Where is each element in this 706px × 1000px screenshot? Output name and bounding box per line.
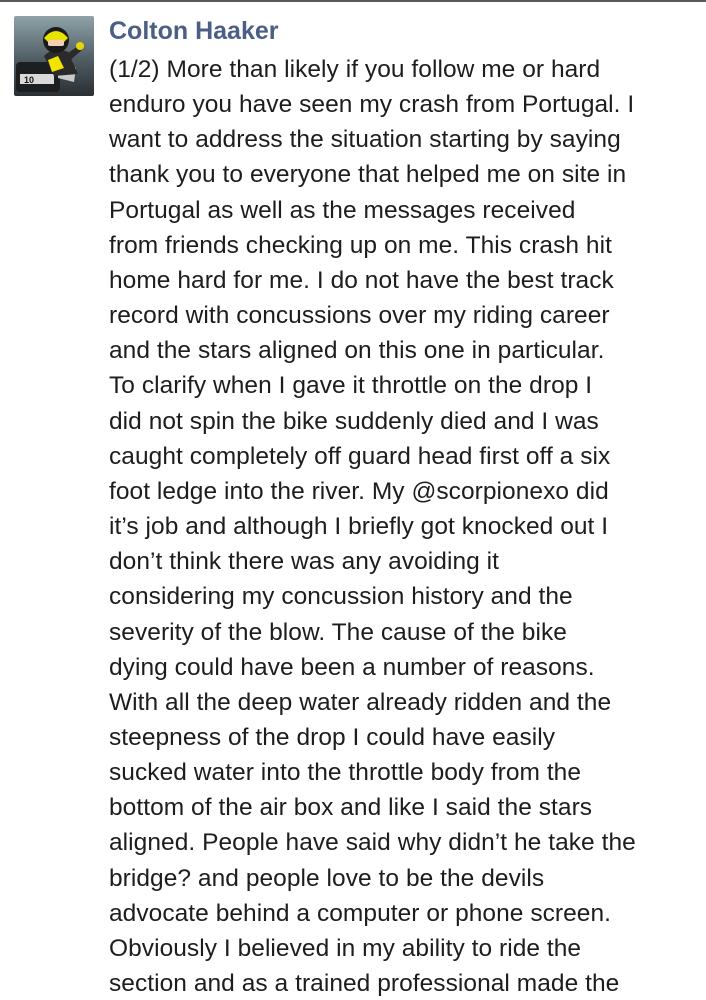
- post-text-line: (1/2) More than likely if you follow me …: [109, 56, 601, 83]
- post-text-line: considering my concussion history and th…: [109, 583, 573, 611]
- post-text-line: bottom of the air box and like I said th…: [109, 794, 593, 822]
- post-text-line: Portugal as well as the messages receive…: [109, 196, 576, 224]
- post-text-line: section and as a trained professional ma…: [109, 970, 620, 998]
- post-text-line: steepness of the drop I could have easil…: [109, 723, 556, 751]
- comment-screenshot: 10 Colton Haaker (1/2) More than likely …: [0, 0, 706, 1000]
- post-text-line: With all the deep water already ridden a…: [109, 688, 612, 716]
- post-text-line: dying could have been a number of reason…: [109, 653, 595, 681]
- post-text-line: don’t think there was any avoiding it: [109, 548, 499, 576]
- avatar[interactable]: 10: [14, 16, 94, 96]
- post-text-line: from friends checking up on me. This cra…: [109, 231, 612, 259]
- post-text-line: Obviously I believed in my ability to ri…: [109, 934, 582, 962]
- svg-text:10: 10: [24, 75, 34, 85]
- post-text-line: record with concussions over my riding c…: [109, 302, 610, 330]
- post-text-line: did not spin the bike suddenly died and …: [109, 407, 599, 435]
- post-text-line: advocate behind a computer or phone scre…: [109, 899, 612, 927]
- author-name[interactable]: Colton Haaker: [109, 12, 278, 50]
- post-text-line: To clarify when I gave it throttle on th…: [109, 372, 593, 400]
- top-divider: [0, 0, 706, 2]
- post-text-line: foot ledge into the river. My @scorpione…: [109, 477, 609, 505]
- post-body: (1/2) More than likely if you follow me …: [109, 52, 701, 1000]
- post-text-line: thank you to everyone that helped me on …: [109, 161, 627, 189]
- post-text-line: bridge? and people love to be the devils: [109, 864, 545, 892]
- post-text-line: and the stars aligned on this one in par…: [109, 337, 605, 365]
- rider-avatar-icon: 10: [14, 16, 94, 96]
- post-text-line: home hard for me. I do not have the best…: [109, 266, 614, 294]
- post-text-line: severity of the blow. The cause of the b…: [109, 618, 567, 646]
- post-text-line: aligned. People have said why didn’t he …: [109, 829, 636, 857]
- post-text-line: it’s job and although I briefly got knoc…: [109, 513, 609, 541]
- post-text-line: enduro you have seen my crash from Portu…: [109, 91, 635, 119]
- post-text-line: want to address the situation starting b…: [109, 126, 621, 154]
- post-text-line: caught completely off guard head first o…: [109, 442, 611, 470]
- post-text-line: sucked water into the throttle body from…: [109, 759, 582, 787]
